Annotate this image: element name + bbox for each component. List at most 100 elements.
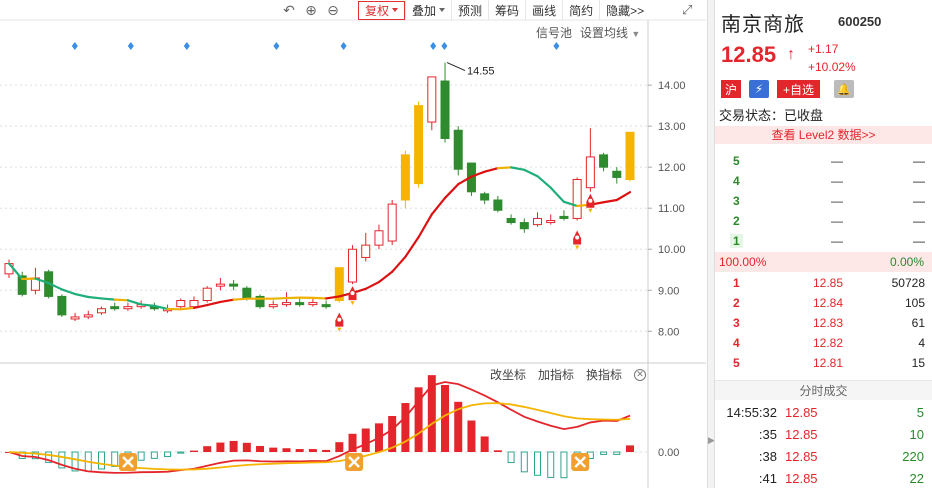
hide-button[interactable]: 隐藏>> [599, 0, 650, 20]
change-block: +1.17 +10.02% [808, 40, 856, 76]
candle-body [400, 154, 410, 201]
candle-body [440, 80, 450, 139]
candle-body [70, 316, 80, 320]
bell-icon[interactable]: 🔔 [834, 80, 855, 98]
tick-price: 12.85 [785, 405, 818, 420]
macd-bar [242, 442, 251, 452]
y-tick-label: 10.00 [658, 244, 686, 256]
close-icon[interactable]: ✕ [634, 368, 647, 381]
macd-bar [111, 451, 119, 467]
tick-time: :38 [758, 449, 777, 464]
tick-row: :41 12.85 22 [715, 468, 932, 488]
set-ma-link[interactable]: 设置均线 ▼ [580, 24, 640, 41]
tick-price: 12.85 [785, 427, 818, 442]
panel-splitter[interactable] [707, 0, 714, 488]
level-price: 12.81 [812, 356, 843, 370]
quote-panel: 南京商旅 600250 12.85 ↑ +1.17 +10.02% 沪 ⚡ +自… [714, 0, 932, 488]
add-indicator-link[interactable]: 加指标 [538, 366, 574, 383]
draw-line-button[interactable]: 画线 [525, 0, 562, 20]
rocket-icon [348, 286, 357, 306]
candle-body [229, 283, 239, 287]
candle-body [480, 193, 490, 201]
ma-line-segment [311, 296, 328, 300]
cross-signal-icon [571, 453, 590, 471]
candle-body [96, 308, 106, 314]
expand-icon[interactable]: ⤢ [682, 2, 692, 18]
badge-row: 沪 ⚡ +自选 🔔 [721, 80, 855, 98]
level-price: 12.84 [812, 296, 843, 310]
y-tick-label: 11.00 [658, 203, 685, 215]
fuquan-button[interactable]: 复权 [358, 0, 406, 20]
candle-body [348, 248, 358, 283]
chips-button[interactable]: 筹码 [488, 0, 525, 20]
lightning-icon[interactable]: ⚡ [749, 80, 769, 98]
tick-row: 14:55:32 12.85 5 [715, 402, 932, 424]
change-coord-link[interactable]: 改坐标 [490, 366, 526, 383]
y-tick-label: 9.00 [658, 285, 679, 297]
tick-vol: 10 [909, 427, 924, 442]
level-vol: — [913, 234, 925, 248]
swap-indicator-link[interactable]: 换指标 [586, 366, 622, 383]
level-num: 2 [733, 214, 740, 228]
macd-bar [269, 447, 278, 452]
y-tick-label: 13.00 [658, 121, 686, 133]
overlay-button[interactable]: 叠加 [405, 0, 451, 20]
level2-link[interactable]: 查看 Level2 数据>> [715, 126, 932, 144]
signal-marker [553, 42, 560, 50]
kline-chart[interactable]: 14.00 13.00 12.00 11.00 10.00 9.00 8.00 14.55 0.… [0, 0, 706, 488]
peak-pointer [446, 62, 466, 72]
macd-bar [97, 451, 105, 470]
ma-line-segment [219, 298, 235, 304]
macd-bar [560, 451, 568, 479]
candle-body [414, 105, 424, 185]
macd-bar [164, 451, 172, 458]
level-price: 12.85 [812, 276, 843, 290]
candle-body [493, 199, 503, 211]
ma-line-segment [391, 255, 407, 273]
level-price: — [831, 214, 843, 228]
ma-line-segment [404, 236, 420, 258]
zoom-out-icon[interactable]: ⊖ [322, 0, 344, 20]
zero-label: 0.00 [658, 447, 679, 459]
macd-bar [229, 440, 238, 452]
level-vol: — [913, 194, 925, 208]
signal-pool-link[interactable]: 信号池 [536, 24, 572, 41]
macd-bar [361, 428, 370, 452]
ma-line-segment [523, 168, 539, 178]
tick-time: :35 [758, 427, 777, 442]
ma-line-segment [126, 299, 143, 306]
add-watchlist-button[interactable]: +自选 [777, 80, 821, 98]
candle-body [361, 244, 371, 258]
candle-body [123, 306, 133, 310]
exchange-badge: 沪 [721, 80, 741, 98]
forecast-button[interactable]: 预测 [451, 0, 488, 20]
macd-bar [441, 384, 450, 452]
candle-body [242, 287, 252, 299]
level-vol: — [913, 214, 925, 228]
level-num: 2 [733, 296, 740, 310]
simple-button[interactable]: 简约 [562, 0, 599, 20]
candle-body [625, 131, 635, 180]
level-num: 1 [730, 234, 743, 248]
macd-bar [322, 449, 331, 452]
buy-level-row: 1 12.85 50728 [715, 273, 932, 293]
ma-line-segment [73, 292, 90, 299]
macd-bar [335, 442, 344, 452]
candle-body [57, 295, 67, 316]
zoom-in-icon[interactable]: ⊕ [300, 0, 322, 20]
macd-bar [137, 451, 145, 461]
rocket-icon [586, 193, 595, 213]
candle-body [519, 222, 529, 230]
signal-marker [273, 42, 280, 50]
ratio-bar: 100.00% 0.00% [715, 252, 932, 272]
ma-line-segment [140, 303, 156, 307]
level-num: 3 [733, 194, 740, 208]
undo-icon[interactable]: ↶ [278, 0, 300, 20]
signal-marker [441, 42, 448, 50]
level-vol: 4 [918, 336, 925, 350]
candle-body [599, 154, 609, 168]
level-price: — [831, 234, 843, 248]
ma-line-segment [179, 306, 196, 311]
sell-ratio: 0.00% [889, 255, 924, 269]
y-tick-label: 8.00 [658, 326, 679, 338]
